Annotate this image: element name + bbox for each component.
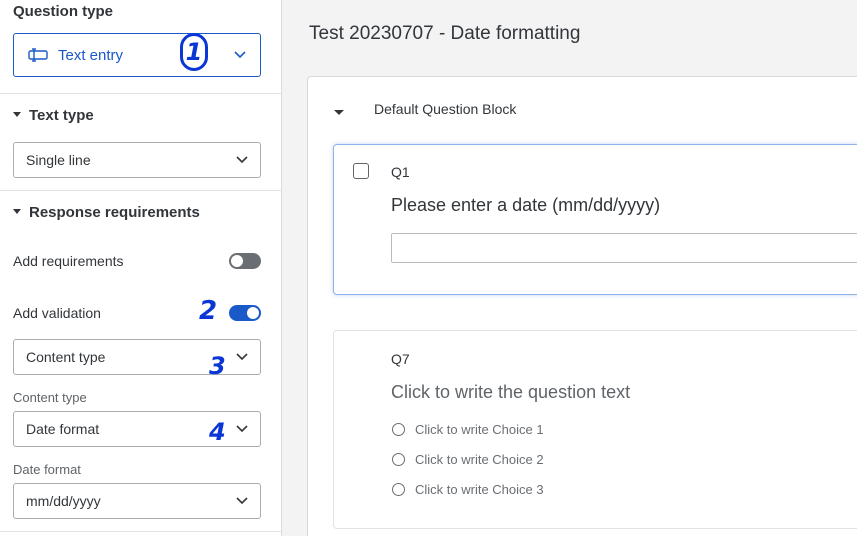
content-type-value: Date format xyxy=(26,421,100,437)
collapse-block-icon[interactable] xyxy=(334,110,344,115)
text-type-select[interactable]: Single line xyxy=(13,142,261,178)
choice-label: Click to write Choice 1 xyxy=(415,422,544,437)
question-number: Q7 xyxy=(391,351,410,367)
annotation-4: 4 xyxy=(209,418,226,446)
question-type-value: Text entry xyxy=(58,46,124,64)
question-number: Q1 xyxy=(391,164,410,180)
question-type-heading: Question type xyxy=(13,3,114,20)
annotation-2: 2 xyxy=(199,296,218,326)
toggle-knob xyxy=(231,255,243,267)
choice-item[interactable]: Click to write Choice 1 xyxy=(392,422,544,437)
chevron-down-icon xyxy=(236,497,248,505)
question-text[interactable]: Click to write the question text xyxy=(391,382,630,403)
block-name[interactable]: Default Question Block xyxy=(374,101,516,117)
add-requirements-toggle[interactable] xyxy=(229,253,261,269)
chevron-down-icon xyxy=(236,425,248,433)
caret-down-icon xyxy=(13,112,21,117)
text-type-value: Single line xyxy=(26,152,91,168)
toggle-knob xyxy=(247,307,259,319)
survey-title: Test 20230707 - Date formatting xyxy=(309,23,581,44)
date-format-select[interactable]: mm/dd/yyyy xyxy=(13,483,261,519)
radio-icon xyxy=(392,423,405,436)
chevron-down-icon xyxy=(234,51,246,59)
response-requirements-heading[interactable]: Response requirements xyxy=(13,204,200,221)
question-card-q1[interactable] xyxy=(333,144,857,295)
question-text[interactable]: Please enter a date (mm/dd/yyyy) xyxy=(391,195,660,216)
caret-down-icon xyxy=(13,209,21,214)
annotation-3: 3 xyxy=(209,352,226,380)
divider xyxy=(0,93,281,94)
choice-label: Click to write Choice 2 xyxy=(415,452,544,467)
text-entry-icon xyxy=(28,48,48,62)
divider xyxy=(0,531,281,532)
date-format-label: Date format xyxy=(13,462,81,477)
choice-item[interactable]: Click to write Choice 3 xyxy=(392,482,544,497)
content-type-label: Content type xyxy=(13,390,87,405)
divider xyxy=(0,190,281,191)
add-validation-toggle[interactable] xyxy=(229,305,261,321)
radio-icon xyxy=(392,483,405,496)
text-entry-answer-field[interactable] xyxy=(391,233,857,263)
choice-item[interactable]: Click to write Choice 2 xyxy=(392,452,544,467)
text-type-heading[interactable]: Text type xyxy=(13,107,94,124)
choice-label: Click to write Choice 3 xyxy=(415,482,544,497)
add-requirements-label: Add requirements xyxy=(13,253,124,269)
chevron-down-icon xyxy=(236,353,248,361)
validation-type-value: Content type xyxy=(26,349,106,365)
question-editor-sidebar: Question type Text entry Text type Singl… xyxy=(0,0,282,536)
chevron-down-icon xyxy=(236,156,248,164)
question-type-select[interactable]: Text entry xyxy=(13,33,261,77)
question-select-checkbox[interactable] xyxy=(353,163,369,179)
annotation-1: 1 xyxy=(180,33,208,71)
radio-icon xyxy=(392,453,405,466)
date-format-value: mm/dd/yyyy xyxy=(26,493,101,509)
add-validation-label: Add validation xyxy=(13,305,101,321)
